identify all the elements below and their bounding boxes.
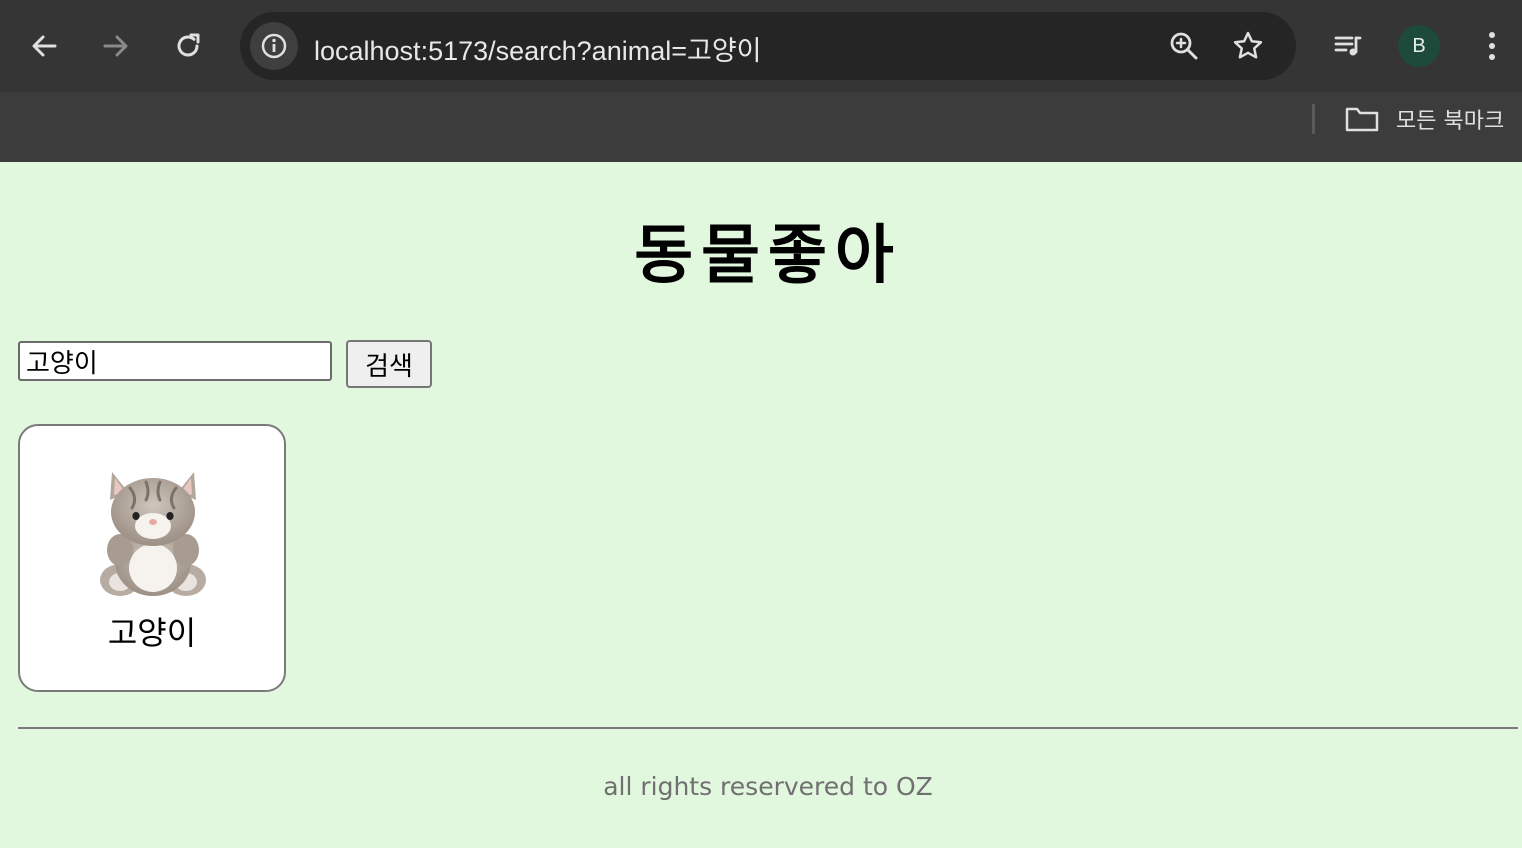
folder-icon [1345,107,1379,132]
browser-menu-button[interactable] [1470,24,1514,68]
browser-toolbar: localhost:5173/search?animal=고양이 B [0,0,1522,92]
star-icon [1233,31,1263,59]
address-bar[interactable]: localhost:5173/search?animal=고양이 [240,12,1296,80]
playlist-icon [1334,36,1362,56]
bookmark-star-button[interactable] [1228,26,1268,66]
profile-avatar[interactable]: B [1398,25,1440,67]
search-input[interactable] [18,341,332,381]
arrow-left-icon [32,35,57,57]
media-controls-button[interactable] [1326,24,1370,68]
page-title: 동물좋아 [634,219,902,293]
page-content: 동물좋아 검색 [0,162,1522,848]
kebab-menu-icon [1489,32,1495,60]
url-text[interactable]: localhost:5173/search?animal=고양이 [314,29,762,68]
info-icon [261,33,287,59]
bookmarks-divider [1312,104,1315,134]
reload-button[interactable] [166,24,210,68]
result-card-label: 고양이 [107,614,197,652]
plush-cat-image [100,472,206,596]
search-button[interactable]: 검색 [346,340,432,388]
footer-text: all rights reservered to OZ [603,772,933,801]
footer-divider [18,727,1518,729]
browser-chrome: localhost:5173/search?animal=고양이 B 모든 북마… [0,0,1522,162]
forward-button[interactable] [94,24,138,68]
site-info-button[interactable] [250,22,298,70]
back-button[interactable] [22,24,66,68]
zoom-button[interactable] [1164,26,1204,66]
arrow-right-icon [103,35,128,57]
zoom-in-icon [1170,32,1198,60]
bookmarks-folder-label: 모든 북마크 [1396,109,1505,134]
result-card[interactable]: 고양이 [18,424,286,692]
reload-icon [177,33,200,57]
all-bookmarks-folder[interactable]: 모든 북마크 [1344,100,1504,138]
